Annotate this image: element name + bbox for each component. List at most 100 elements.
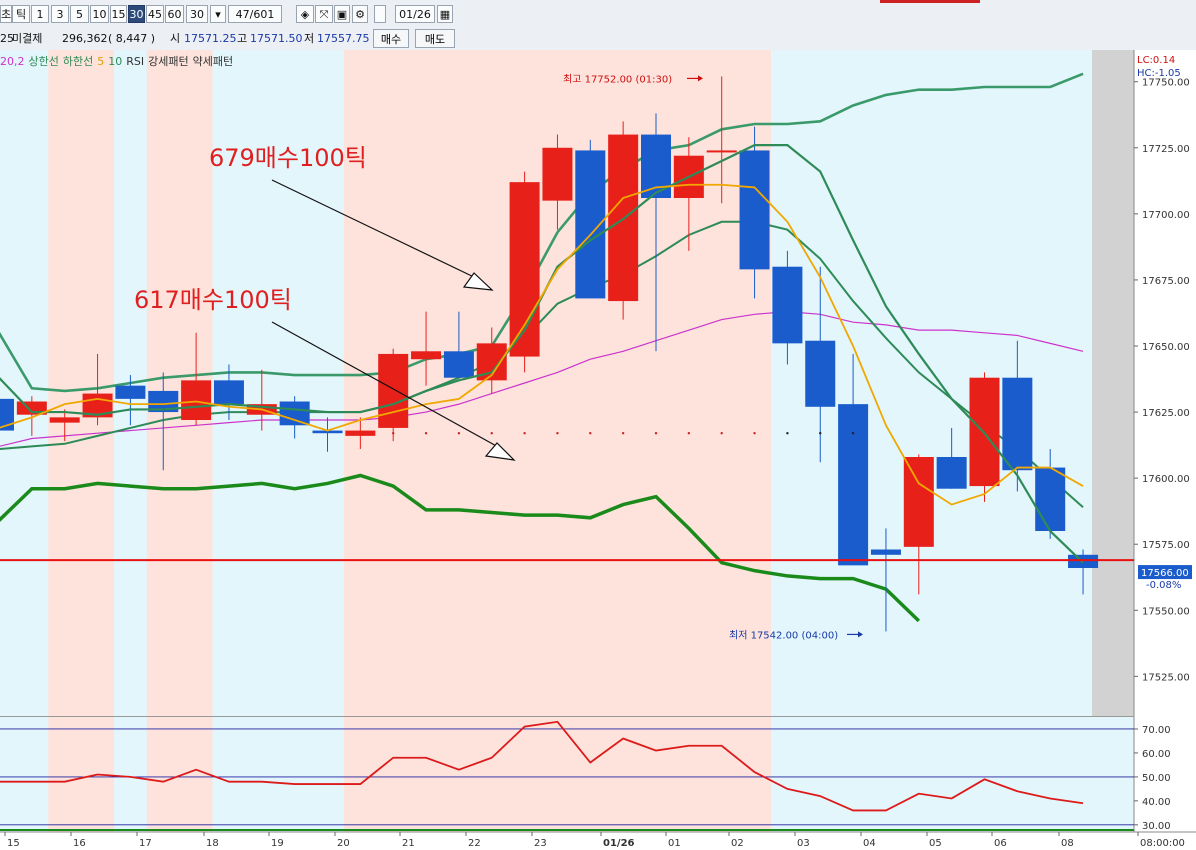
pattern-dot	[392, 432, 395, 435]
x-tick-label: 05	[929, 838, 942, 849]
rsi-tick-label: 60.00	[1142, 749, 1171, 760]
chart-type-tick[interactable]: 틱	[12, 5, 30, 23]
tool-b-icon[interactable]: ⤧	[315, 5, 333, 23]
open-label: 시	[170, 32, 181, 45]
candle-body	[279, 401, 310, 426]
pattern-dot	[654, 432, 658, 435]
pattern-dot	[621, 432, 625, 435]
interval-3[interactable]: 3	[51, 5, 69, 23]
candle-body	[903, 457, 934, 547]
open-interest-value: 296,362	[62, 32, 108, 45]
high-annotation: 최고 17752.00 (01:30)	[563, 73, 672, 85]
candle-body	[49, 417, 80, 423]
x-tick-label: 18	[206, 838, 219, 849]
pattern-dot	[753, 432, 756, 435]
rsi-tick-label: 30.00	[1142, 821, 1171, 832]
y-tick-label: 17625.00	[1142, 408, 1190, 419]
x-axis-strip	[0, 832, 1196, 850]
annotation-679-buy: 679매수100틱	[209, 144, 367, 172]
interval-10[interactable]: 10	[90, 5, 109, 23]
interval-60[interactable]: 60	[165, 5, 184, 23]
dropdown-icon[interactable]: ▾	[210, 5, 226, 23]
candle-body	[542, 147, 573, 201]
checkbox-icon[interactable]	[374, 5, 386, 23]
x-tick-label: 04	[863, 838, 876, 849]
y-tick-label: 17700.00	[1142, 210, 1190, 221]
quote-bar: 25 미결제 296,362 ( 8,447 ) 시 17571.25 고 17…	[0, 28, 1196, 51]
interval-1[interactable]: 1	[31, 5, 49, 23]
x-tick-label: 02	[731, 838, 744, 849]
legend-item: RSI	[126, 55, 145, 68]
top-toolbar: 초 틱 1 3 5 10 15 30 45 60 30 47/601 01/26 ▾ ◈ ⤧ ▣ ⚙ ▦	[0, 0, 1196, 29]
pattern-dot	[457, 432, 461, 435]
x-tick-label: 01/26	[603, 838, 635, 849]
rsi-tick-label: 40.00	[1142, 797, 1171, 808]
pattern-dot	[589, 432, 592, 435]
count-field[interactable]: 47/601	[228, 5, 282, 23]
candle-body	[1002, 377, 1033, 471]
price-chart[interactable]: 17525.0017550.0017575.0017600.0017625.00…	[0, 50, 1196, 850]
indicator-legend: 20,2 상한선 하한선 5 10 RSI 강세패턴 약세패턴	[0, 54, 237, 70]
pattern-dot	[819, 432, 822, 435]
pattern-dot	[851, 432, 855, 435]
session-highlight-band	[146, 50, 213, 832]
x-tick-label: 03	[797, 838, 810, 849]
y-tick-label: 17600.00	[1142, 474, 1190, 485]
candle-body	[870, 549, 901, 555]
y-tick-label: 17750.00	[1142, 78, 1190, 89]
session-highlight-band	[48, 50, 114, 832]
x-tick-label: 16	[73, 838, 86, 849]
low-label: 저	[304, 32, 315, 45]
legend-item: 10	[108, 55, 123, 68]
top-accent-bar	[880, 0, 980, 3]
settings-icon[interactable]: ⚙	[352, 5, 368, 23]
pattern-dot	[556, 432, 559, 435]
rsi-tick-label: 70.00	[1142, 725, 1171, 736]
interval-5[interactable]: 5	[70, 5, 89, 23]
save-icon[interactable]: ▣	[334, 5, 350, 23]
legend-item: 5	[97, 55, 105, 68]
legend-item: 약세패턴	[192, 55, 234, 68]
interval-45[interactable]: 45	[146, 5, 164, 23]
pattern-dot	[523, 432, 526, 435]
interval-15[interactable]: 15	[110, 5, 127, 23]
candle-body	[936, 457, 967, 489]
pattern-dot	[490, 432, 493, 435]
tool-a-icon[interactable]: ◈	[296, 5, 314, 23]
candle-body	[772, 266, 803, 344]
x-tick-label: 15	[7, 838, 20, 849]
open-interest-label: 미결제	[12, 32, 43, 45]
buy-button[interactable]: 매수	[373, 29, 409, 48]
candle-body	[411, 351, 442, 360]
candle-body	[115, 385, 146, 399]
date-field[interactable]: 01/26	[395, 5, 435, 23]
rsi-tick-label: 50.00	[1142, 773, 1171, 784]
candle-body	[805, 340, 836, 407]
x-tick-label: 22	[468, 838, 481, 849]
y-tick-label: 17675.00	[1142, 276, 1190, 287]
candle-body	[378, 353, 409, 428]
x-tick-label: 17	[139, 838, 152, 849]
annotation-617-buy: 617매수100틱	[134, 286, 292, 314]
x-tick-label: 20	[337, 838, 350, 849]
candle-body	[838, 404, 869, 566]
open-value: 17571.25	[184, 32, 237, 45]
sell-button[interactable]: 매도	[415, 29, 455, 48]
candle-body	[213, 380, 244, 405]
legend-item: 20,2	[0, 55, 25, 68]
interval-input[interactable]: 30	[186, 5, 208, 23]
pattern-dot	[786, 432, 789, 435]
x-tick-label: 01	[668, 838, 681, 849]
interval-30[interactable]: 30	[128, 5, 145, 23]
chart-type-cho[interactable]: 초	[0, 5, 12, 23]
candle-body	[181, 380, 212, 420]
hc-label: HC:-1.05	[1137, 68, 1181, 79]
y-tick-label: 17650.00	[1142, 342, 1190, 353]
calendar-icon[interactable]: ▦	[437, 5, 453, 23]
pattern-dot	[687, 432, 691, 435]
y-tick-label: 17575.00	[1142, 540, 1190, 551]
x-tick-label: 08:00:00	[1140, 838, 1185, 849]
low-value: 17557.75	[317, 32, 370, 45]
x-tick-label: 19	[271, 838, 284, 849]
candle-body	[443, 351, 474, 378]
